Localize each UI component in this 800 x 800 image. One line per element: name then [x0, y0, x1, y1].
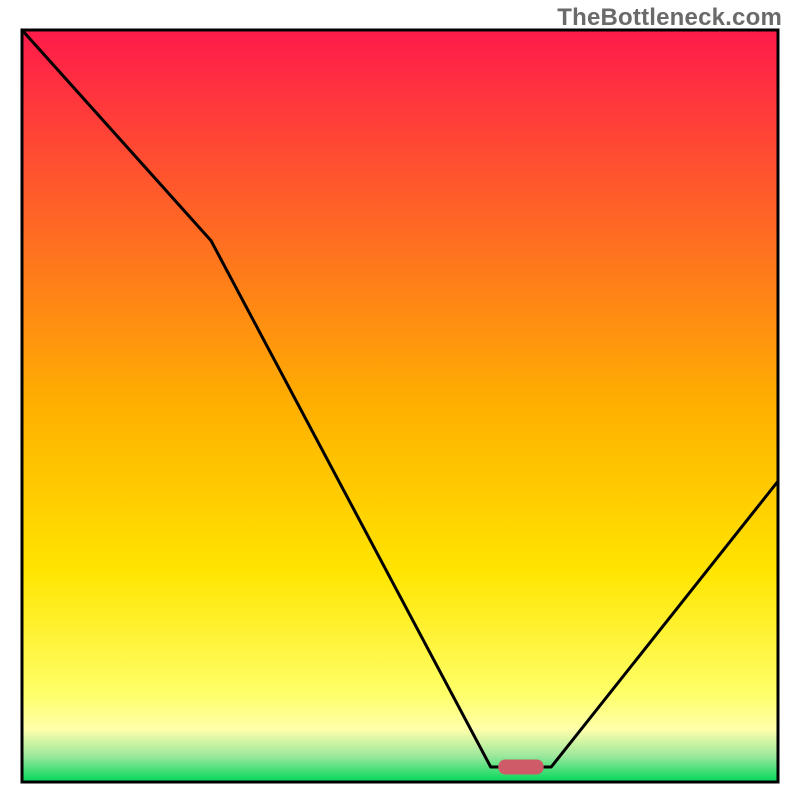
plot-background — [22, 30, 778, 782]
optimal-marker — [498, 759, 543, 774]
bottleneck-chart — [0, 0, 800, 800]
watermark-text: TheBottleneck.com — [557, 4, 782, 32]
chart-container: TheBottleneck.com — [0, 0, 800, 800]
